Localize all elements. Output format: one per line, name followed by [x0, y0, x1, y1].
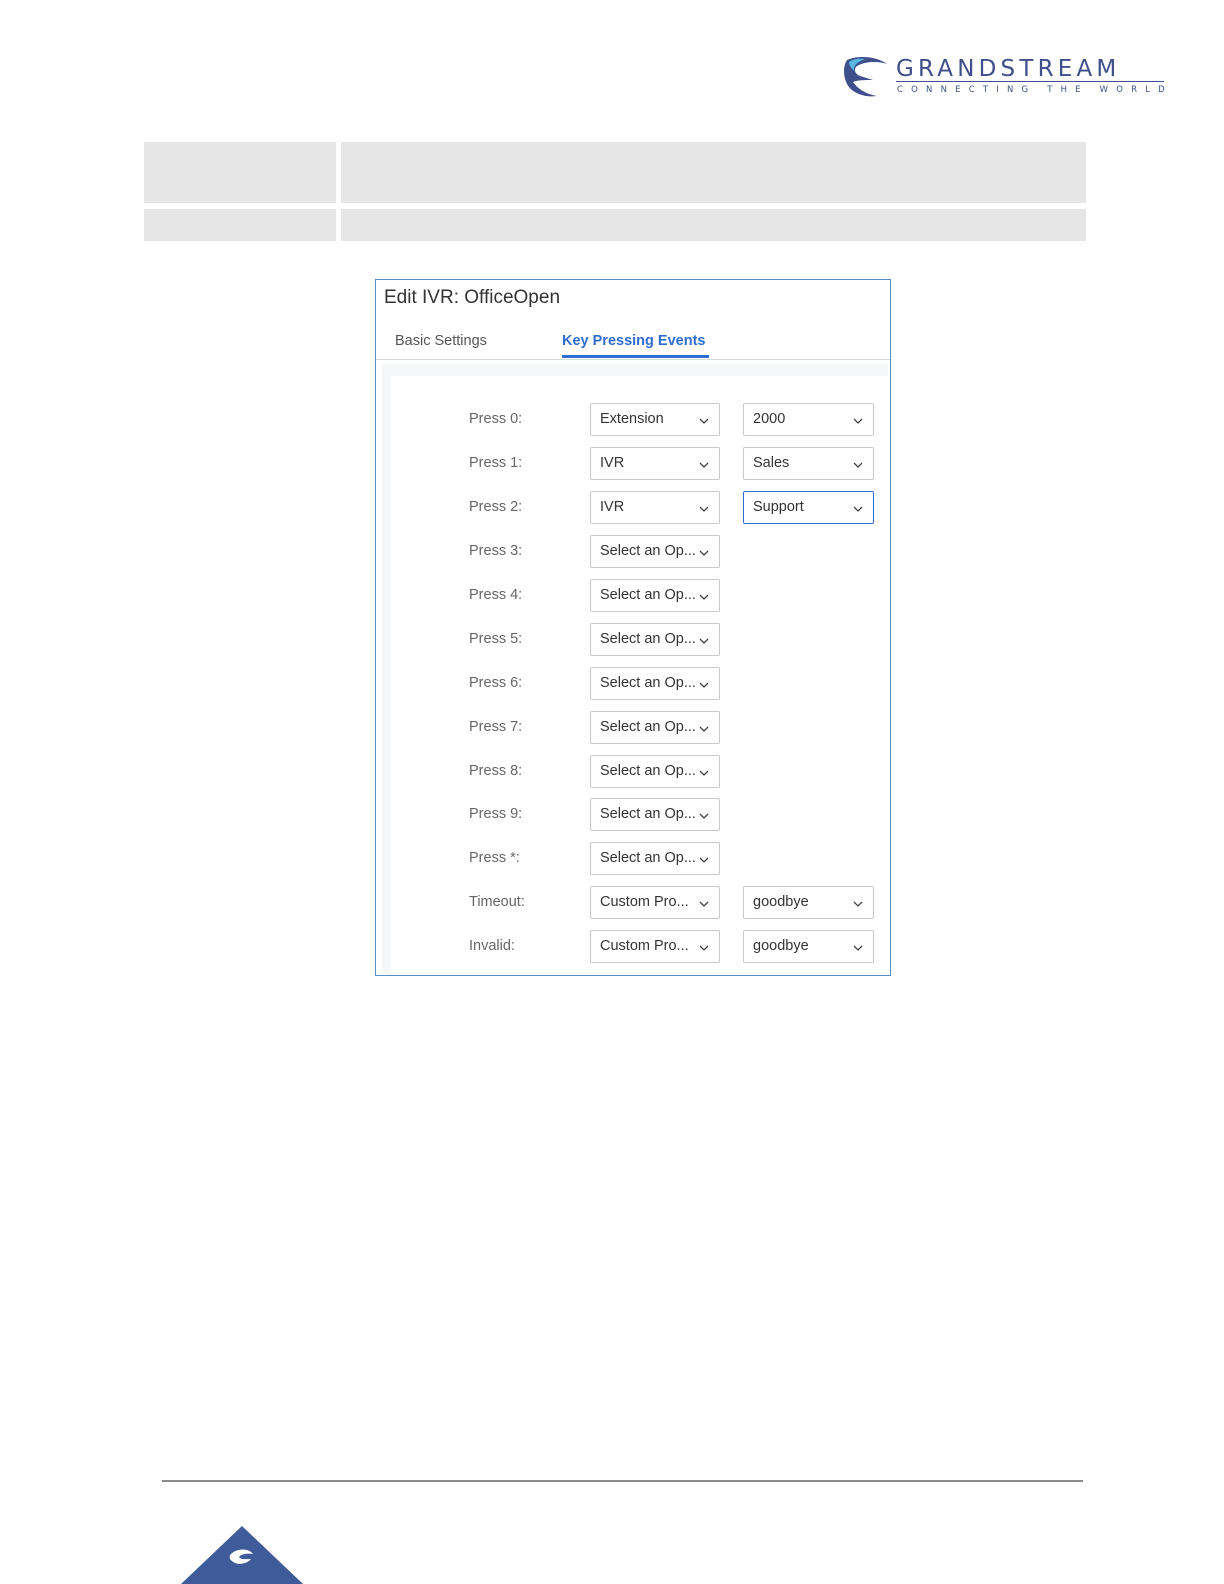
key-event-label: Press 9:	[469, 806, 523, 822]
key-event-label: Press 7:	[469, 719, 523, 735]
tab-basic-settings[interactable]: Basic Settings	[395, 333, 487, 349]
key-event-label: Press 1:	[469, 455, 523, 471]
key-event-label: Press *:	[469, 850, 520, 866]
chevron-down-icon	[853, 941, 863, 951]
key-event-label: Press 2:	[469, 499, 523, 515]
destination-type-select[interactable]: Extension	[590, 403, 720, 436]
key-event-row: Press 4: Select an Op...	[390, 579, 888, 613]
destination-type-select[interactable]: Select an Op...	[590, 623, 720, 656]
active-tab-indicator	[562, 355, 709, 358]
grandstream-logo: GRANDSTREAM CONNECTING THE WORLD	[843, 56, 1173, 100]
grandstream-footer-icon	[181, 1526, 303, 1584]
key-event-row: Press 6: Select an Op...	[390, 667, 888, 701]
key-event-row: Press 0: Extension 2000	[390, 403, 888, 437]
chevron-down-icon	[699, 502, 709, 512]
destination-target-select[interactable]: goodbye	[743, 886, 874, 919]
chevron-down-icon	[699, 722, 709, 732]
footer-divider	[162, 1480, 1083, 1482]
key-event-row: Press *: Select an Op...	[390, 842, 888, 876]
tabs-divider	[376, 359, 890, 360]
dialog-title: Edit IVR: OfficeOpen	[384, 287, 561, 308]
destination-type-select[interactable]: IVR	[590, 491, 720, 524]
destination-type-value: IVR	[600, 455, 625, 471]
chevron-down-icon	[699, 897, 709, 907]
brand-tagline: CONNECTING THE WORLD	[897, 85, 1173, 95]
destination-type-value: Extension	[600, 411, 664, 427]
chevron-down-icon	[699, 414, 709, 424]
key-event-row: Timeout: Custom Pro... goodbye	[390, 886, 888, 920]
chevron-down-icon	[699, 634, 709, 644]
chevron-down-icon	[699, 853, 709, 863]
key-event-row: Press 2: IVR Support	[390, 491, 888, 525]
destination-type-value: Select an Op...	[600, 850, 696, 866]
destination-type-select[interactable]: Select an Op...	[590, 711, 720, 744]
destination-target-value: goodbye	[753, 894, 809, 910]
chevron-down-icon	[699, 458, 709, 468]
destination-type-select[interactable]: Select an Op...	[590, 798, 720, 831]
destination-type-value: Select an Op...	[600, 587, 696, 603]
destination-type-select[interactable]: Custom Pro...	[590, 930, 720, 963]
destination-target-select[interactable]: goodbye	[743, 930, 874, 963]
destination-type-select[interactable]: Select an Op...	[590, 667, 720, 700]
chevron-down-icon	[699, 590, 709, 600]
tab-key-pressing-events[interactable]: Key Pressing Events	[562, 333, 705, 349]
chevron-down-icon	[699, 809, 709, 819]
chevron-down-icon	[853, 414, 863, 424]
key-event-label: Press 0:	[469, 411, 523, 427]
table-cell	[341, 209, 1086, 241]
destination-type-value: Select an Op...	[600, 631, 696, 647]
destination-type-select[interactable]: Select an Op...	[590, 842, 720, 875]
chevron-down-icon	[699, 678, 709, 688]
chevron-down-icon	[699, 546, 709, 556]
destination-type-value: Custom Pro...	[600, 938, 689, 954]
key-event-label: Press 4:	[469, 587, 523, 603]
destination-target-value: Support	[753, 499, 804, 515]
destination-target-value: 2000	[753, 411, 786, 427]
chevron-down-icon	[699, 941, 709, 951]
destination-type-select[interactable]: Select an Op...	[590, 579, 720, 612]
destination-type-select[interactable]: Select an Op...	[590, 535, 720, 568]
destination-target-value: Sales	[753, 455, 790, 471]
chevron-down-icon	[699, 766, 709, 776]
table-cell	[144, 142, 336, 203]
destination-type-select[interactable]: IVR	[590, 447, 720, 480]
edit-ivr-dialog: Edit IVR: OfficeOpen Basic Settings Key …	[375, 279, 891, 976]
chevron-down-icon	[853, 502, 863, 512]
key-event-row: Invalid: Custom Pro... goodbye	[390, 930, 888, 964]
destination-type-select[interactable]: Custom Pro...	[590, 886, 720, 919]
key-event-row: Press 8: Select an Op...	[390, 755, 888, 789]
destination-target-select[interactable]: Support	[743, 491, 874, 524]
destination-target-select[interactable]: Sales	[743, 447, 874, 480]
key-event-label: Press 3:	[469, 543, 523, 559]
chevron-down-icon	[853, 458, 863, 468]
key-event-label: Press 5:	[469, 631, 523, 647]
brand-name: GRANDSTREAM	[896, 56, 1121, 82]
key-event-label: Invalid:	[469, 938, 515, 954]
key-event-row: Press 9: Select an Op...	[390, 798, 888, 832]
key-event-row: Press 3: Select an Op...	[390, 535, 888, 569]
key-event-label: Press 6:	[469, 675, 523, 691]
key-event-row: Press 7: Select an Op...	[390, 711, 888, 745]
key-event-label: Press 8:	[469, 763, 523, 779]
destination-target-value: goodbye	[753, 938, 809, 954]
key-event-label: Timeout:	[469, 894, 525, 910]
key-event-row: Press 5: Select an Op...	[390, 623, 888, 657]
key-event-row: Press 1: IVR Sales	[390, 447, 888, 481]
key-events-form: Press 0: Extension 2000 Press 1: IVR Sales Pre…	[390, 376, 888, 974]
table-cell	[341, 142, 1086, 203]
destination-type-value: Select an Op...	[600, 763, 696, 779]
destination-type-select[interactable]: Select an Op...	[590, 755, 720, 788]
destination-type-value: Custom Pro...	[600, 894, 689, 910]
table-cell	[144, 209, 336, 241]
destination-type-value: Select an Op...	[600, 806, 696, 822]
destination-type-value: Select an Op...	[600, 675, 696, 691]
grandstream-logo-icon	[844, 56, 887, 97]
destination-type-value: Select an Op...	[600, 719, 696, 735]
destination-type-value: Select an Op...	[600, 543, 696, 559]
destination-target-select[interactable]: 2000	[743, 403, 874, 436]
chevron-down-icon	[853, 897, 863, 907]
destination-type-value: IVR	[600, 499, 625, 515]
